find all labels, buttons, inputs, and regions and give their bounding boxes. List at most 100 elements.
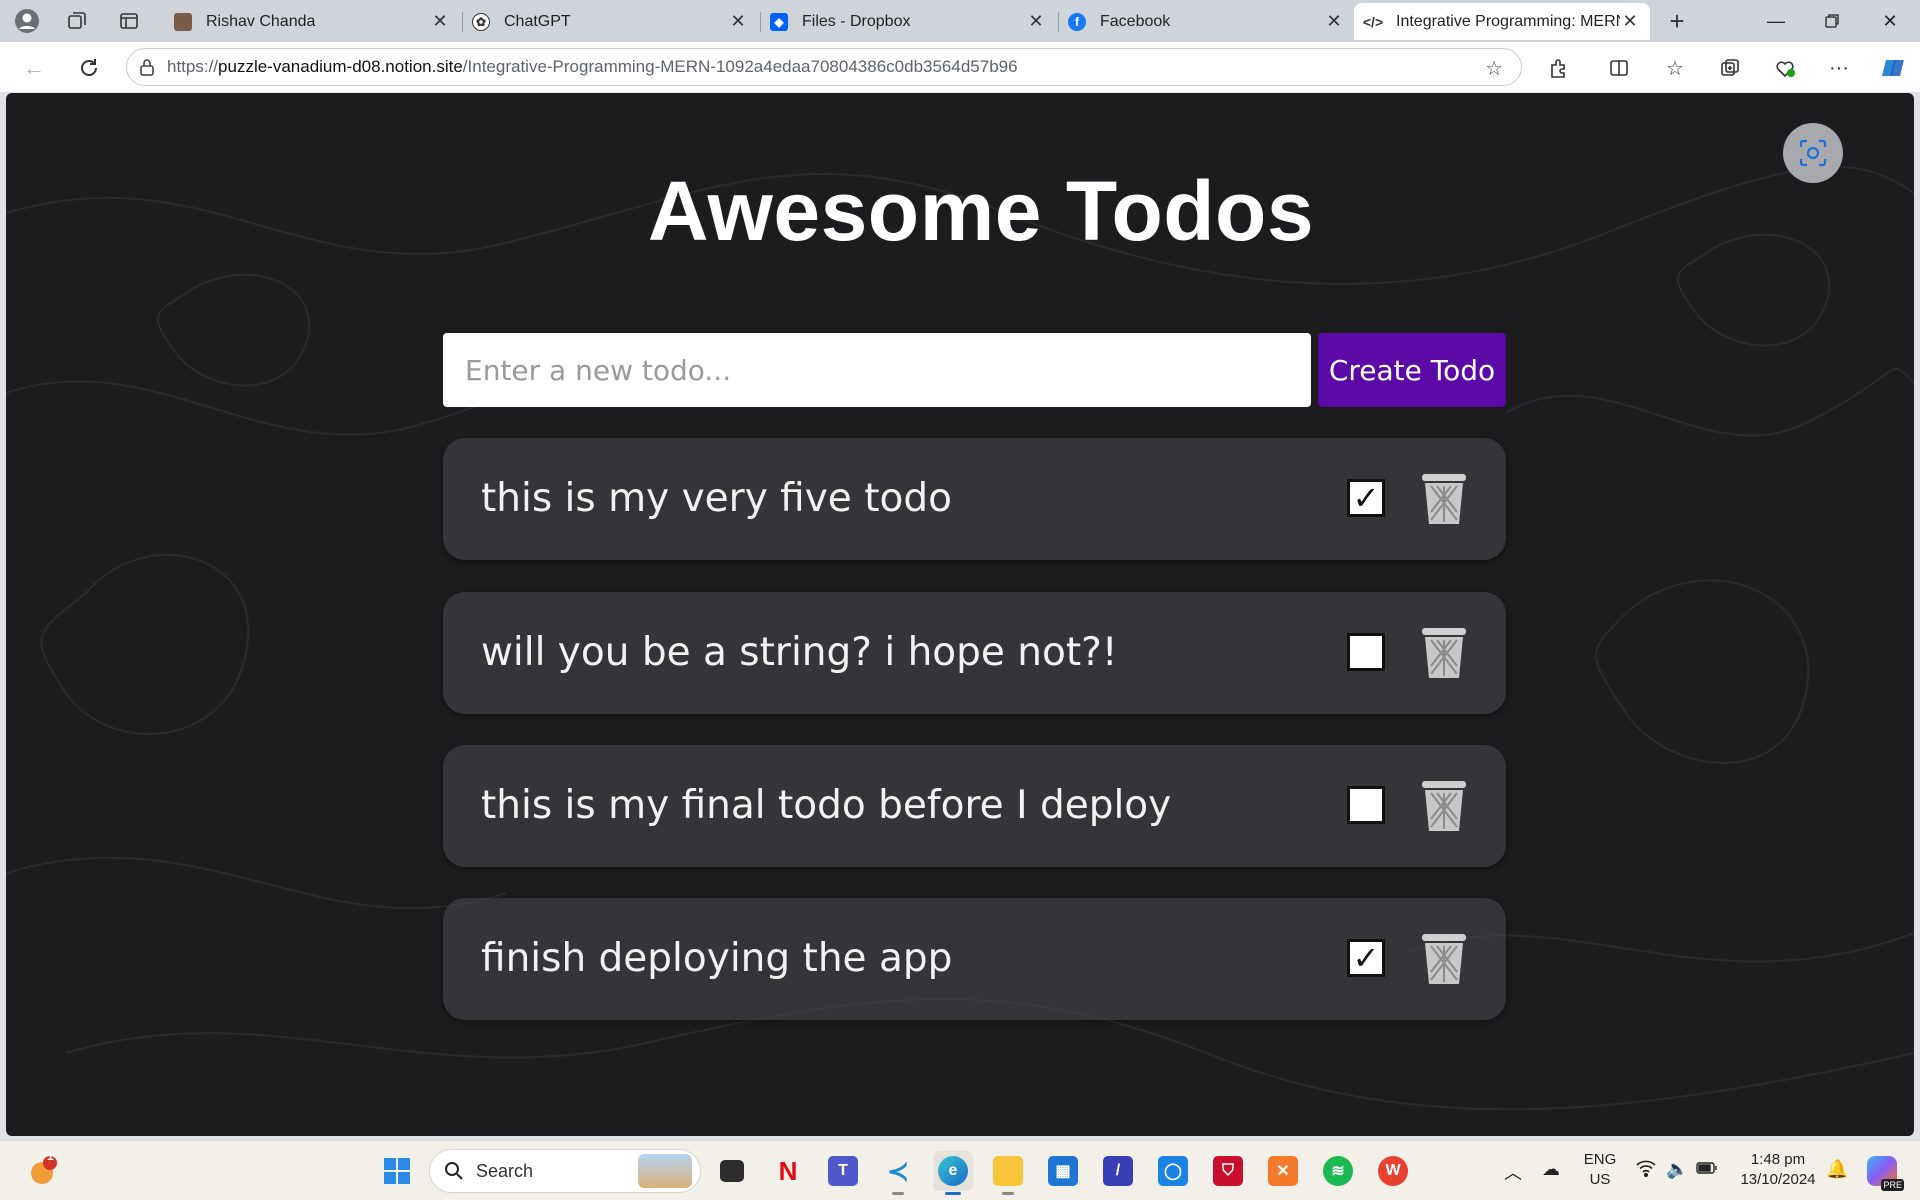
clock-time: 1:48 pm (1750, 1151, 1806, 1168)
taskbar-file-explorer[interactable] (988, 1151, 1028, 1195)
todo-checkbox[interactable] (1347, 633, 1385, 671)
tab-chatgpt[interactable]: ✿ ChatGPT ✕ (462, 3, 758, 40)
task-view-icon (720, 1160, 744, 1182)
new-tab-icon[interactable]: + (1662, 6, 1692, 36)
shield-icon: ⛉ (1213, 1156, 1243, 1186)
search-label: Search (476, 1160, 534, 1181)
favorites-icon[interactable]: ☆ (1658, 52, 1692, 84)
refresh-icon[interactable] (73, 52, 105, 84)
show-hidden-icons-chevron-icon[interactable]: ︿ (1504, 1159, 1522, 1185)
notification-count: 1 (47, 1149, 54, 1163)
close-icon[interactable]: ✕ (1620, 11, 1640, 32)
weather-widget[interactable]: 1 (22, 1149, 62, 1191)
volume-icon[interactable]: 🔈 (1666, 1159, 1688, 1180)
workspaces-icon[interactable] (62, 6, 92, 36)
running-indicator (892, 1192, 904, 1195)
taskbar-vscode[interactable]: ≺ (878, 1151, 918, 1195)
taskbar-xampp[interactable]: ✕ (1263, 1151, 1303, 1191)
taskbar-app-blue[interactable]: ◯ (1153, 1151, 1193, 1191)
chatgpt-icon: ✿ (472, 12, 490, 31)
profile-icon[interactable] (12, 6, 42, 36)
split-screen-icon[interactable] (1602, 52, 1636, 84)
trash-icon[interactable] (1421, 932, 1467, 986)
page-title: Awesome Todos (647, 164, 1315, 258)
language-indicator[interactable]: ENG US (1580, 1150, 1620, 1190)
todo-item: finish deploying the app ✓ (443, 898, 1506, 1020)
windows-logo-icon (384, 1158, 410, 1184)
browser-tab-strip: Rishav Chanda ✕ ✿ ChatGPT ✕ ◆ Files - Dr… (0, 0, 1920, 42)
store-icon: ▦ (1048, 1156, 1078, 1186)
code-icon: </> (1362, 13, 1384, 30)
todo-text: will you be a string? i hope not?! (481, 630, 1118, 675)
browser-essentials-icon[interactable] (1768, 52, 1802, 84)
taskbar-search[interactable]: Search (429, 1149, 701, 1193)
back-icon[interactable]: ← (18, 52, 50, 84)
tab-rishav-chanda[interactable]: Rishav Chanda ✕ (164, 3, 460, 40)
facebook-icon: f (1068, 12, 1086, 31)
profile-photo-icon (174, 12, 192, 31)
taskbar-mcafee[interactable]: ⛉ (1208, 1151, 1248, 1191)
taskbar-store[interactable]: ▦ (1043, 1151, 1083, 1191)
new-todo-input[interactable] (443, 333, 1311, 407)
lock-icon[interactable] (127, 58, 167, 76)
trash-icon[interactable] (1421, 472, 1467, 526)
trash-icon[interactable] (1421, 779, 1467, 833)
taskbar-app-purple[interactable]: / (1098, 1151, 1138, 1191)
circle-app-icon: ◯ (1158, 1156, 1188, 1186)
url-path: /Integrative-Programming-MERN-1092a4edaa… (462, 57, 1018, 76)
battery-icon[interactable] (1696, 1159, 1718, 1180)
xampp-icon: ✕ (1268, 1156, 1298, 1186)
create-todo-button[interactable]: Create Todo (1318, 333, 1506, 407)
minimize-icon[interactable]: — (1748, 0, 1804, 42)
favorite-star-icon[interactable]: ☆ (1485, 56, 1503, 81)
copilot-icon[interactable] (1876, 52, 1910, 84)
close-icon[interactable]: ✕ (1324, 11, 1344, 32)
page-viewport: Awesome Todos Create Todo this is my ver… (6, 93, 1914, 1136)
tab-facebook[interactable]: f Facebook ✕ (1058, 3, 1354, 40)
search-icon (445, 1162, 463, 1180)
active-indicator (945, 1192, 961, 1195)
vscode-icon: ≺ (887, 1155, 909, 1186)
todo-checkbox[interactable] (1347, 786, 1385, 824)
tab-integrative-programming[interactable]: </> Integrative Programming: MERN ✕ (1354, 3, 1650, 40)
restore-icon[interactable] (1804, 0, 1860, 42)
onedrive-icon[interactable]: ☁ (1542, 1159, 1560, 1180)
todo-checkbox[interactable]: ✓ (1347, 939, 1385, 977)
todo-item: this is my very five todo ✓ (443, 438, 1506, 560)
more-options-icon[interactable]: ··· (1822, 52, 1856, 84)
taskbar-edge[interactable]: e (933, 1151, 973, 1195)
address-bar[interactable]: https:// puzzle-vanadium-d08.notion.site… (126, 48, 1522, 86)
taskbar-netflix[interactable]: N (768, 1151, 808, 1191)
language-code: ENG (1583, 1151, 1617, 1168)
wps-icon: W (1378, 1156, 1408, 1186)
keyboard-region: US (1589, 1171, 1611, 1188)
tab-dropbox[interactable]: ◆ Files - Dropbox ✕ (760, 3, 1056, 40)
taskbar-task-view[interactable] (712, 1151, 752, 1191)
todo-text: finish deploying the app (481, 936, 953, 981)
clock-date: 13/10/2024 (1740, 1171, 1816, 1188)
tab-actions-icon[interactable] (114, 6, 144, 36)
browser-toolbar: ← https:// puzzle-vanadium-d08.notion.si… (0, 42, 1920, 92)
taskbar-teams[interactable]: T (823, 1151, 863, 1191)
tab-title: Integrative Programming: MERN (1396, 12, 1620, 30)
collections-icon[interactable] (1713, 52, 1747, 84)
notifications-bell-icon[interactable]: 🔔 (1826, 1159, 1848, 1180)
tab-title: Facebook (1100, 12, 1171, 30)
trash-icon[interactable] (1421, 626, 1467, 680)
folder-icon (993, 1156, 1023, 1186)
extensions-icon[interactable] (1542, 52, 1576, 84)
window-close-icon[interactable]: ✕ (1862, 0, 1918, 42)
wifi-icon[interactable] (1636, 1159, 1656, 1182)
tab-title: ChatGPT (504, 12, 571, 30)
url-host: puzzle-vanadium-d08.notion.site (218, 57, 463, 76)
todo-checkbox[interactable]: ✓ (1347, 479, 1385, 517)
copilot-taskbar-button[interactable]: PRE (1862, 1151, 1904, 1191)
taskbar-wps[interactable]: W (1373, 1151, 1413, 1191)
clock[interactable]: 1:48 pm 13/10/2024 (1732, 1150, 1824, 1190)
close-icon[interactable]: ✕ (728, 11, 748, 32)
netflix-icon: N (778, 1155, 798, 1186)
close-icon[interactable]: ✕ (1026, 11, 1046, 32)
start-button[interactable] (377, 1151, 417, 1191)
taskbar-spotify[interactable]: ≋ (1318, 1151, 1358, 1191)
close-icon[interactable]: ✕ (430, 11, 450, 32)
